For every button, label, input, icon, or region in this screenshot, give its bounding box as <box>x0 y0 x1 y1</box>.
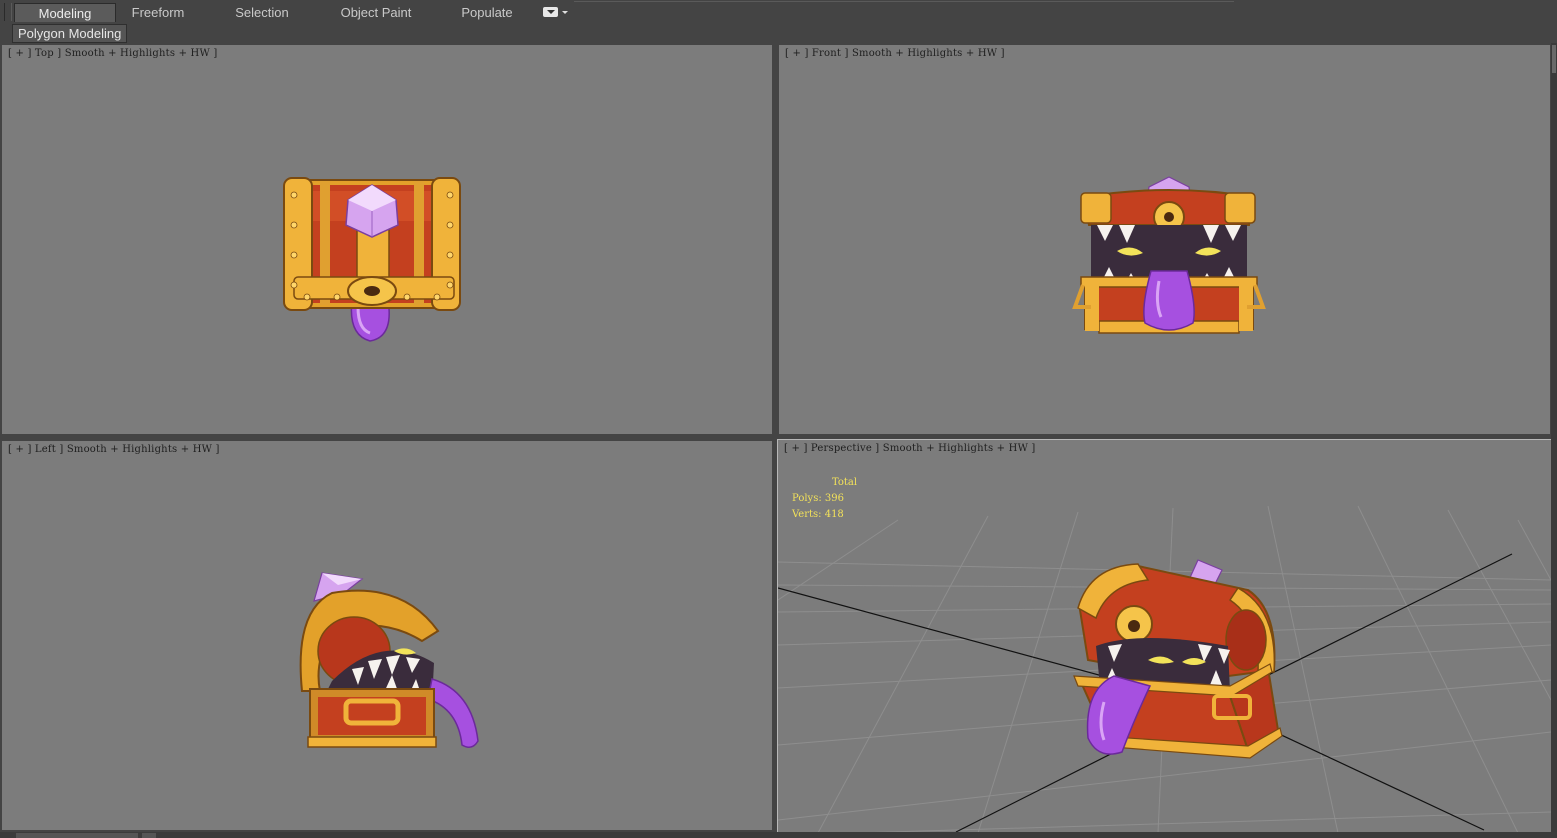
viewport-scrollbar[interactable] <box>1551 43 1557 838</box>
polygon-modeling-panel-button[interactable]: Polygon Modeling <box>12 24 128 43</box>
bottom-status-strip <box>0 832 1557 838</box>
tab-modeling[interactable]: Modeling <box>14 3 116 22</box>
viewport-top[interactable]: [ + ] Top ] Smooth + Highlights + HW ] <box>2 45 772 434</box>
ribbon-dropdown-button[interactable] <box>543 7 569 19</box>
ribbon-grip[interactable] <box>4 3 12 21</box>
perspective-scene <box>778 505 1551 833</box>
tab-selection[interactable]: Selection <box>222 3 302 22</box>
chevron-down-icon <box>562 11 568 14</box>
dropdown-arrow-icon <box>543 7 558 17</box>
chest-front-view <box>1072 176 1266 334</box>
viewport-perspective[interactable]: [ + ] Perspective ] Smooth + Highlights … <box>777 439 1552 834</box>
ribbon-divider <box>574 1 1234 2</box>
chest-top-view <box>283 177 461 342</box>
chest-left-view <box>299 572 479 748</box>
ribbon-panel-bar: Polygon Modeling <box>0 24 1557 43</box>
viewport-left[interactable]: [ + ] Left ] Smooth + Highlights + HW ] <box>2 441 772 830</box>
ribbon-tab-bar: Modeling Freeform Selection Object Paint… <box>0 0 1557 25</box>
bottom-strip-segment[interactable] <box>16 833 138 838</box>
viewport-front[interactable]: [ + ] Front ] Smooth + Highlights + HW ] <box>779 45 1550 434</box>
scrollbar-thumb[interactable] <box>1552 45 1556 73</box>
bottom-strip-segment[interactable] <box>142 833 156 838</box>
tab-freeform[interactable]: Freeform <box>120 3 196 22</box>
tab-populate[interactable]: Populate <box>450 3 524 22</box>
tab-object-paint[interactable]: Object Paint <box>330 3 422 22</box>
